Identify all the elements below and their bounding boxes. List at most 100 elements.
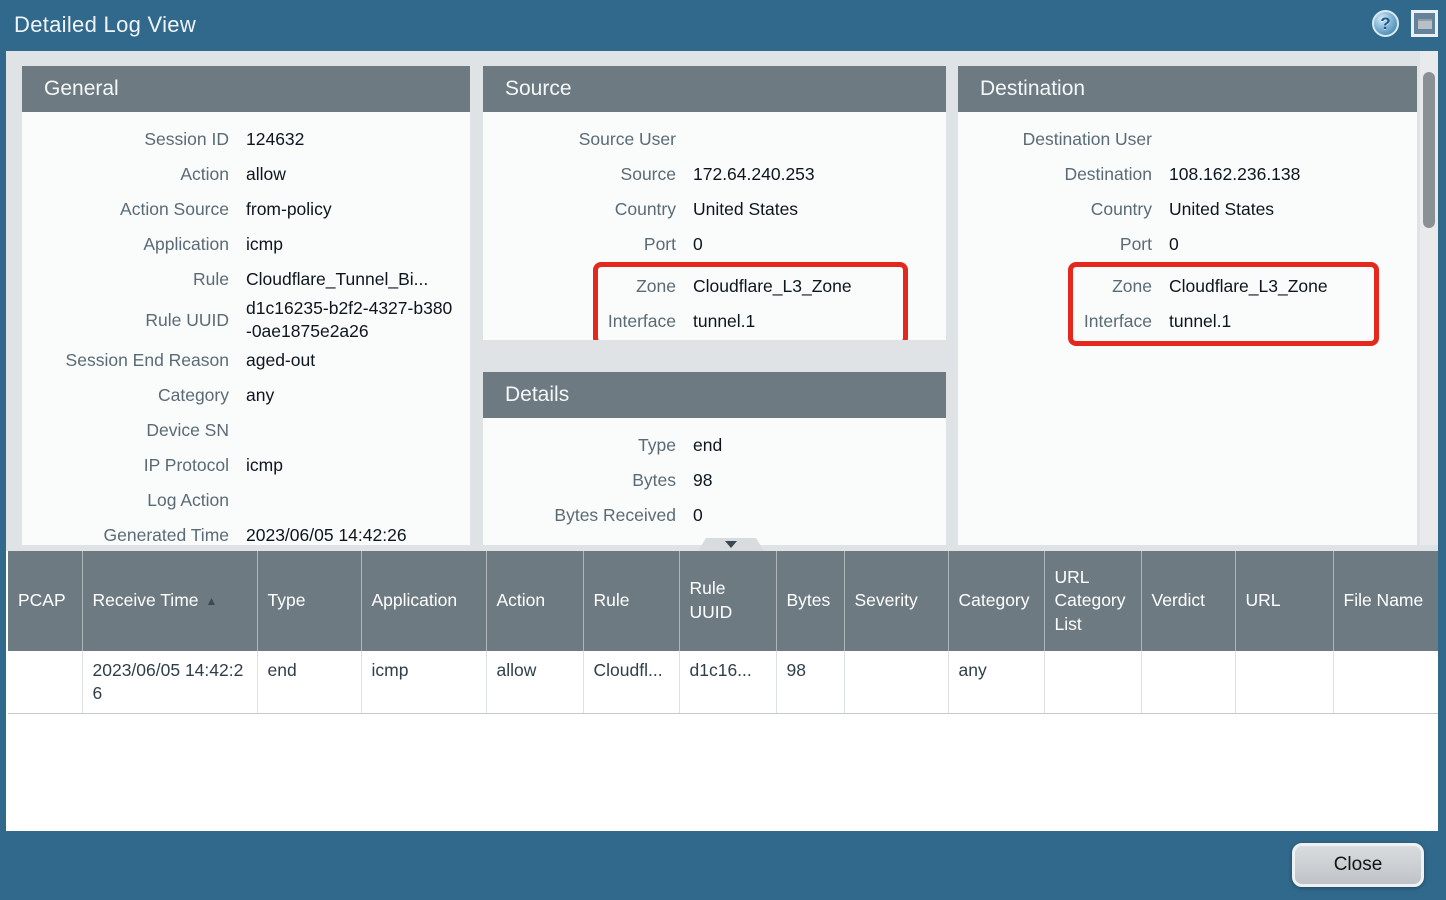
field-value: 124632 [246,128,318,151]
field-value: 0 [693,233,717,256]
column-header-action[interactable]: Action [486,551,583,651]
field-value: aged-out [246,349,329,372]
column-header-receive-time[interactable]: Receive Time▲ [82,551,257,651]
column-header-type[interactable]: Type [257,551,361,651]
column-header-pcap[interactable]: PCAP [8,551,82,651]
vertical-scrollbar[interactable] [1420,51,1438,545]
field-row-session-id: Session ID124632 [22,122,470,157]
column-header-rule[interactable]: Rule [583,551,679,651]
column-header-file-name[interactable]: File Name [1333,551,1438,651]
field-row-ip-protocol: IP Protocol icmp [22,448,470,483]
field-value: icmp [246,454,297,477]
column-header-application[interactable]: Application [361,551,486,651]
column-header-verdict[interactable]: Verdict [1141,551,1235,651]
window-icon[interactable] [1411,10,1438,37]
field-label: Category [22,384,229,407]
field-value: tunnel.1 [693,310,769,333]
general-panel-header: General [22,66,470,112]
table-cell [8,651,82,713]
field-label: Port [958,233,1152,256]
field-row-type: Typeend [483,428,946,463]
field-row-rule: RuleCloudflare_Tunnel_Bi... [22,262,470,297]
field-label: Zone [1073,275,1152,298]
upper-section: General Session ID124632 Action allow Actio… [6,51,1438,545]
field-value: Cloudflare_L3_Zone [1169,275,1342,298]
field-value: Cloudflare_Tunnel_Bi... [246,268,442,291]
table-cell: any [948,651,1044,713]
field-label: Action [22,163,229,186]
chevron-down-icon [725,541,737,548]
table-cell [844,651,948,713]
table-cell [1333,651,1438,713]
help-icon[interactable]: ? [1372,10,1399,37]
middle-column: Source Source UserSource172.64.240.253Co… [483,66,946,545]
table-cell [1044,651,1141,713]
table-cell: end [257,651,361,713]
column-header-url[interactable]: URL [1235,551,1333,651]
dialog-content: General Session ID124632ActionallowActio… [6,51,1438,825]
field-row-country: Country United States [483,192,946,227]
field-label: Bytes Received [483,504,676,527]
source-panel: Source Source UserSource172.64.240.253Co… [483,66,946,340]
details-panel-header: Details [483,372,946,418]
field-label: Source [483,163,676,186]
field-value: 108.162.236.138 [1169,163,1314,186]
field-value: 0 [1169,233,1193,256]
titlebar-icons: ? [1372,10,1438,37]
table-cell: d1c16... [679,651,776,713]
field-label: Application [22,233,229,256]
field-row-category: Categoryany [22,378,470,413]
table-header-row: PCAPReceive Time▲TypeApplicationActionRu… [8,551,1438,651]
field-value: from-policy [246,198,346,221]
field-label: Country [483,198,676,221]
log-table-section: PCAPReceive Time▲TypeApplicationActionRu… [6,545,1438,831]
field-row-source-user: Source User [483,122,946,157]
field-row-bytes: Bytes 98 [483,463,946,498]
column-header-severity[interactable]: Severity [844,551,948,651]
field-label: Destination User [958,128,1152,151]
sort-asc-icon: ▲ [206,593,218,609]
table-cell: 98 [776,651,844,713]
page-title: Detailed Log View [0,0,1446,38]
field-row-zone: Zone Cloudflare_L3_Zone [1073,269,1374,304]
field-label: Device SN [22,419,229,442]
field-value: 2023/06/05 14:42:26 [246,524,421,545]
highlight-box: ZoneCloudflare_L3_ZoneInterfacetunnel.1 [593,262,908,340]
field-value: icmp [246,233,297,256]
field-label: Session End Reason [22,349,229,372]
field-label: Country [958,198,1152,221]
close-button[interactable]: Close [1292,843,1424,887]
table-cell [1235,651,1333,713]
table-cell: allow [486,651,583,713]
field-label: Log Action [22,489,229,512]
field-label: Generated Time [22,524,229,545]
table-cell [1141,651,1235,713]
column-header-bytes[interactable]: Bytes [776,551,844,651]
field-row-generated-time: Generated Time 2023/06/05 14:42:26 [22,518,470,545]
scrollbar-thumb[interactable] [1423,72,1435,228]
field-row-application: Application icmp [22,227,470,262]
collapse-handle[interactable] [698,538,764,551]
source-panel-header: Source [483,66,946,112]
field-row-destination: Destination108.162.236.138 [958,157,1417,192]
field-row-log-action: Log Action [22,483,470,518]
destination-panel: Destination Destination UserDestination1… [958,66,1417,545]
log-table: PCAPReceive Time▲TypeApplicationActionRu… [8,551,1438,714]
field-row-rule-uuid: Rule UUIDd1c16235-b2f2-4327-b380-0ae1875… [22,297,470,343]
field-row-session-end-reason: Session End Reason aged-out [22,343,470,378]
table-cell: icmp [361,651,486,713]
column-header-category[interactable]: Category [948,551,1044,651]
table-row[interactable]: 2023/06/05 14:42:26endicmpallowCloudfl..… [8,651,1438,713]
field-value: allow [246,163,300,186]
field-value: tunnel.1 [1169,310,1245,333]
field-label: Bytes [483,469,676,492]
field-label: Interface [598,310,676,333]
field-row-source: Source172.64.240.253 [483,157,946,192]
column-header-url-category-list[interactable]: URL Category List [1044,551,1141,651]
column-header-rule-uuid[interactable]: Rule UUID [679,551,776,651]
field-label: IP Protocol [22,454,229,477]
field-row-action-source: Action Sourcefrom-policy [22,192,470,227]
general-panel: General Session ID124632 Action allow Actio… [22,66,470,545]
field-value: United States [693,198,812,221]
field-value: 98 [693,469,726,492]
